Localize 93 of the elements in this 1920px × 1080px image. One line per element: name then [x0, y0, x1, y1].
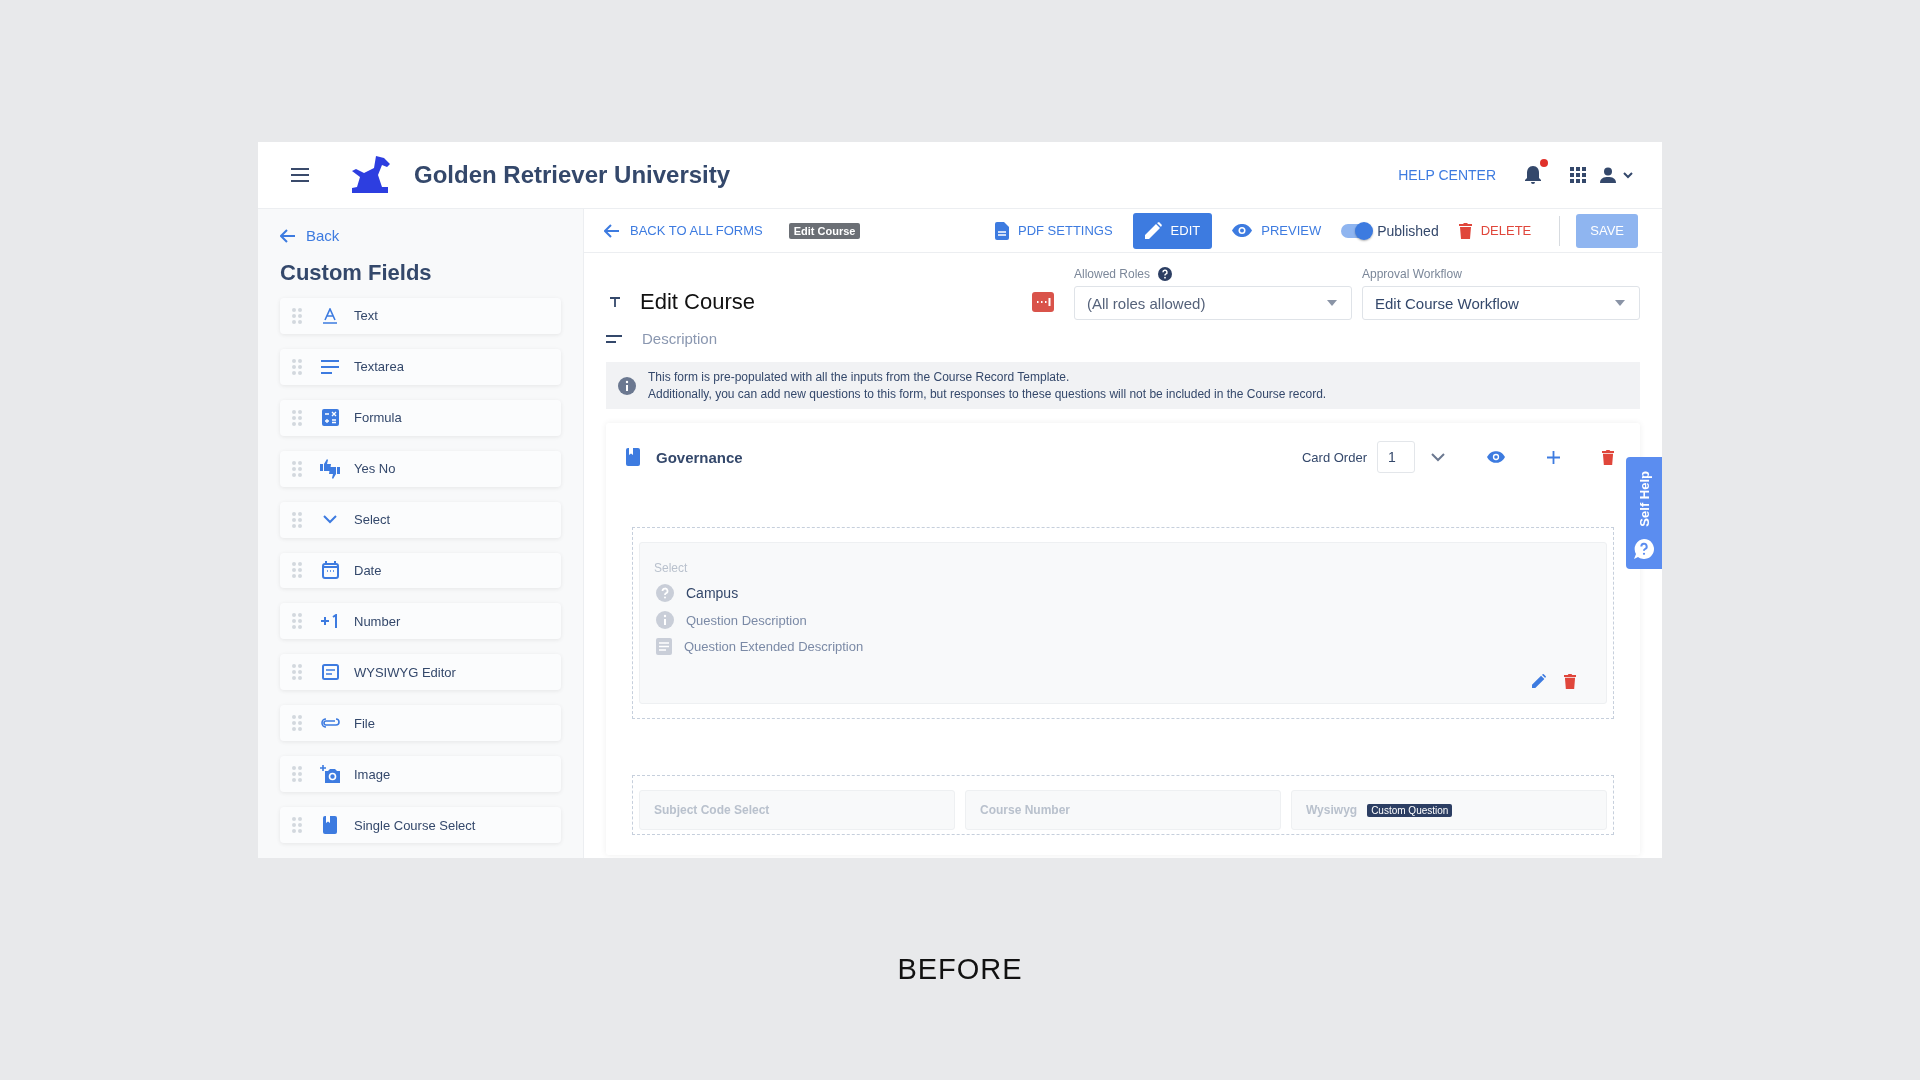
- help-icon[interactable]: [1158, 267, 1173, 281]
- form-title: Edit Course: [640, 289, 755, 315]
- paperclip-icon: [320, 718, 340, 729]
- bookmark-book-icon: [323, 816, 337, 834]
- letter-a-icon: [322, 307, 338, 324]
- edit-icon[interactable]: [1532, 674, 1546, 688]
- drag-handle-icon[interactable]: [292, 715, 302, 732]
- eye-icon: [1232, 224, 1253, 237]
- eye-icon[interactable]: [1487, 451, 1505, 463]
- caption-text: BEFORE: [897, 953, 1023, 986]
- question-type-label: Subject Code Select: [654, 803, 770, 817]
- drag-handle-icon[interactable]: [292, 358, 302, 375]
- drag-handle-icon[interactable]: [292, 562, 302, 579]
- plus-icon[interactable]: [1547, 450, 1560, 464]
- question-title: Campus: [686, 585, 739, 601]
- question-type-label: Select: [654, 561, 689, 575]
- question-extended-description: Question Extended Description: [684, 639, 864, 654]
- pdf-settings-button[interactable]: PDF SETTINGS: [983, 212, 1125, 249]
- thumbs-icon: [319, 458, 341, 479]
- drag-handle-icon[interactable]: [292, 409, 302, 426]
- drag-handle-icon[interactable]: [292, 613, 302, 630]
- sidebar-title: Custom Fields: [280, 260, 433, 286]
- help-center-link[interactable]: HELP CENTER: [1398, 167, 1496, 183]
- calculator-icon: [321, 409, 339, 427]
- edit-button[interactable]: EDIT: [1132, 212, 1213, 249]
- field-type-item[interactable]: Textarea: [280, 348, 561, 385]
- card-order-label: Card Order: [1301, 449, 1367, 465]
- question-mark-icon: [656, 584, 674, 602]
- info-icon: [618, 376, 636, 395]
- field-type-item[interactable]: Image: [280, 756, 561, 793]
- preview-button[interactable]: PREVIEW: [1220, 212, 1334, 249]
- allowed-roles-dropdown[interactable]: (All roles allowed): [1074, 286, 1352, 320]
- chevron-down-icon[interactable]: [1431, 452, 1445, 462]
- trash-icon: [1458, 222, 1472, 239]
- delete-button[interactable]: DELETE: [1446, 212, 1544, 249]
- drag-handle-icon[interactable]: [292, 307, 302, 324]
- form-name-badge: Edit Course: [788, 222, 861, 239]
- published-toggle[interactable]: [1341, 223, 1372, 238]
- field-type-item[interactable]: Yes No: [280, 450, 561, 487]
- question-bubble-icon: [1634, 538, 1654, 559]
- pencil-icon: [1144, 222, 1162, 239]
- calendar-icon: [321, 561, 339, 580]
- add-camera-icon: [319, 765, 341, 784]
- trash-icon[interactable]: [1602, 449, 1614, 465]
- arrow-left-icon: [604, 223, 620, 238]
- university-name: Golden Retriever University: [414, 161, 731, 189]
- user-menu-icon[interactable]: [1600, 167, 1634, 183]
- approval-workflow-dropdown[interactable]: Edit Course Workflow: [1362, 286, 1640, 320]
- document-icon: [995, 221, 1009, 240]
- drag-handle-icon[interactable]: [292, 664, 302, 681]
- field-type-item[interactable]: Text: [280, 298, 561, 334]
- notice-text: Additionally, you can add new questions to this form, but responses to these questions will not be included in the Course record.: [648, 387, 1327, 401]
- drag-handle-icon[interactable]: [292, 817, 302, 833]
- question-type-label: Course Number: [980, 803, 1071, 817]
- notice-text: This form is pre-populated with all the inputs from the Course Record Template.: [648, 370, 1071, 384]
- chevron-down-icon: [323, 515, 337, 525]
- document-icon: [656, 638, 672, 655]
- drag-handle-icon[interactable]: [292, 460, 302, 477]
- question-type-label: Wysiwyg: [1306, 803, 1358, 817]
- text-type-icon: [610, 297, 620, 307]
- info-icon: [656, 611, 674, 629]
- menu-icon[interactable]: [290, 167, 310, 183]
- field-type-item[interactable]: WYSIWYG Editor: [280, 654, 561, 691]
- field-label: Approval Workflow: [1362, 267, 1462, 281]
- apps-grid-icon[interactable]: [1570, 167, 1586, 183]
- field-type-item[interactable]: Formula: [280, 399, 561, 436]
- drag-handle-icon[interactable]: [292, 766, 302, 783]
- section-title: Governance: [656, 448, 743, 466]
- more-options-icon[interactable]: [1032, 292, 1054, 312]
- plus-one-icon: [320, 614, 340, 629]
- drag-handle-icon[interactable]: [292, 511, 302, 528]
- document-icon: [321, 664, 339, 681]
- field-type-item[interactable]: Date: [280, 552, 561, 589]
- custom-question-badge: Custom Question: [1367, 803, 1453, 817]
- published-label: Published: [1377, 222, 1439, 239]
- card-order-field[interactable]: 1: [1377, 441, 1415, 473]
- description-lines-icon: [606, 334, 622, 343]
- bell-icon[interactable]: [1524, 165, 1542, 185]
- trash-icon[interactable]: [1564, 674, 1576, 689]
- field-type-item[interactable]: Select: [280, 501, 561, 538]
- field-type-item[interactable]: Single Course Select: [280, 807, 561, 843]
- arrow-left-icon: [280, 228, 296, 243]
- field-label: Allowed Roles: [1074, 267, 1151, 281]
- dropdown-arrow-icon: [1327, 300, 1337, 306]
- dropdown-arrow-icon: [1615, 300, 1625, 306]
- field-type-item[interactable]: File: [280, 705, 561, 742]
- lines-icon: [321, 359, 339, 374]
- question-description: Question Description: [686, 612, 807, 628]
- back-to-forms-link[interactable]: BACK TO ALL FORMS: [604, 223, 763, 238]
- field-type-item[interactable]: Number: [280, 603, 561, 640]
- back-link[interactable]: Back: [280, 227, 340, 244]
- description-field[interactable]: Description: [640, 329, 944, 348]
- bookmark-book-icon: [626, 448, 640, 466]
